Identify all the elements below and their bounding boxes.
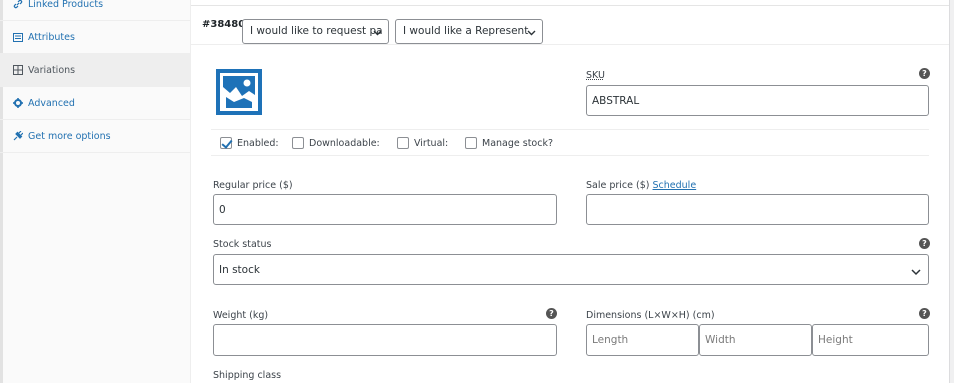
weight-label: Weight (kg)	[213, 310, 269, 321]
variation-options-row: Enabled: Downloadable: Virtual: Manage s…	[211, 129, 929, 156]
sidebar-item-label: Variations	[28, 64, 76, 76]
virtual-label: Virtual:	[414, 137, 449, 149]
grid-icon	[12, 65, 23, 76]
attribute-select-2[interactable]: I would like a Represent	[395, 19, 543, 44]
enabled-label: Enabled:	[237, 137, 279, 149]
dimensions-label: Dimensions (L×W×H) (cm)	[586, 310, 715, 321]
regular-price-label: Regular price ($)	[213, 180, 293, 191]
help-icon[interactable]: ?	[919, 68, 930, 79]
help-icon[interactable]: ?	[919, 308, 930, 319]
stock-status-select[interactable]: In stock	[213, 254, 929, 285]
enabled-checkbox[interactable]: Enabled:	[220, 137, 279, 149]
sale-price-label: Sale price ($)	[586, 180, 650, 191]
link-icon	[12, 0, 23, 10]
chevron-down-icon	[373, 27, 382, 39]
checkbox[interactable]	[292, 137, 304, 149]
schedule-link[interactable]: Schedule	[653, 180, 697, 191]
sidebar-item-label: Get more options	[28, 130, 111, 142]
attribute-select-2-value: I would like a Represent	[403, 25, 529, 37]
variation-image-upload[interactable]	[216, 69, 262, 115]
regular-price-value: 0	[219, 203, 226, 216]
sidebar-item-linked-products[interactable]: Linked Products	[0, 0, 190, 21]
chevron-down-icon	[527, 27, 536, 39]
image-placeholder-icon	[216, 69, 262, 115]
width-input[interactable]: Width	[699, 324, 812, 356]
weight-input[interactable]	[213, 324, 557, 356]
plugin-icon	[12, 131, 23, 142]
help-icon[interactable]: ?	[919, 238, 930, 249]
stock-status-label: Stock status	[213, 239, 272, 250]
variation-panel: #38480 I would like to request pa I woul…	[191, 0, 949, 383]
help-icon[interactable]: ?	[546, 308, 557, 319]
attribute-select-1[interactable]: I would like to request pa	[242, 19, 389, 44]
manage-stock-checkbox[interactable]: Manage stock?	[465, 137, 553, 149]
sale-price-input[interactable]	[586, 194, 929, 225]
chevron-down-icon	[911, 267, 921, 279]
downloadable-label: Downloadable:	[309, 137, 380, 149]
attribute-select-1-value: I would like to request pa	[250, 25, 383, 37]
checkbox-checked[interactable]	[220, 137, 232, 149]
list-icon	[12, 32, 23, 43]
sidebar-item-label: Advanced	[28, 97, 75, 109]
sidebar-item-attributes[interactable]: Attributes	[0, 21, 190, 54]
shipping-class-label: Shipping class	[213, 370, 282, 381]
variation-id: #38480	[202, 19, 246, 30]
regular-price-input[interactable]: 0	[213, 194, 557, 225]
virtual-checkbox[interactable]: Virtual:	[397, 137, 448, 149]
sku-input-value: ABSTRAL	[592, 94, 640, 107]
width-placeholder: Width	[705, 334, 736, 346]
stock-status-value: In stock	[219, 263, 260, 276]
downloadable-checkbox[interactable]: Downloadable:	[292, 137, 380, 149]
sku-label: SKU	[586, 70, 605, 81]
length-placeholder: Length	[592, 334, 629, 346]
product-data-tabs: Linked Products Attributes Variations Ad…	[0, 0, 191, 383]
sidebar-item-advanced[interactable]: Advanced	[0, 87, 190, 120]
gear-icon	[12, 98, 23, 109]
length-input[interactable]: Length	[586, 324, 699, 356]
manage-stock-label: Manage stock?	[482, 137, 554, 149]
sidebar-item-get-more-options[interactable]: Get more options	[0, 120, 190, 153]
sku-input[interactable]: ABSTRAL	[586, 85, 929, 116]
panel-edge	[949, 0, 954, 383]
sidebar-item-label: Attributes	[28, 31, 75, 43]
sidebar-item-variations[interactable]: Variations	[0, 54, 190, 87]
height-input[interactable]: Height	[812, 324, 929, 356]
sidebar-item-label: Linked Products	[28, 0, 104, 10]
checkbox[interactable]	[465, 137, 477, 149]
sale-price-label-group: Sale price ($) Schedule	[586, 180, 696, 191]
checkbox[interactable]	[397, 137, 409, 149]
height-placeholder: Height	[818, 334, 853, 346]
variation-header: #38480 I would like to request pa I woul…	[191, 6, 949, 45]
